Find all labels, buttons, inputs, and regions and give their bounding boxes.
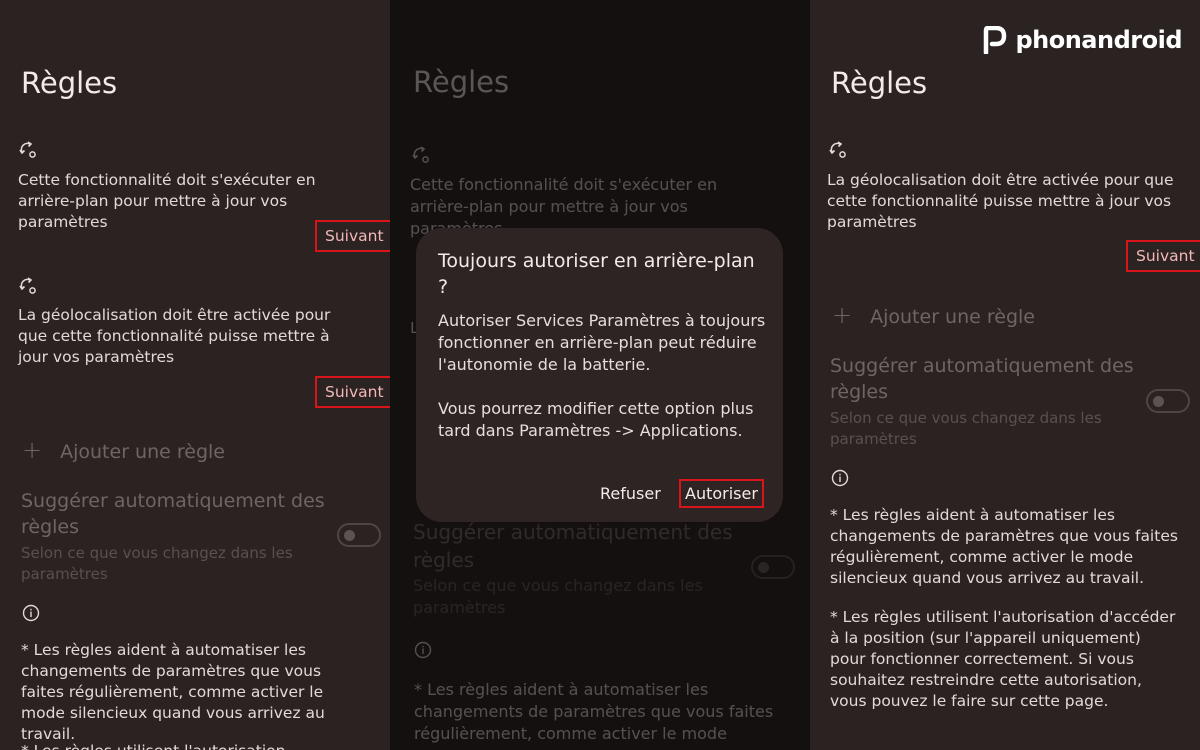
info-icon — [22, 604, 40, 622]
add-rule-button[interactable]: + Ajouter une règle — [22, 436, 225, 464]
screen-middle: Règles Cette fonctionnalité doit s'exécu… — [390, 0, 810, 750]
suggest-toggle[interactable] — [751, 555, 795, 579]
brand-name: phonandroid — [1015, 26, 1182, 54]
plus-icon: + — [22, 436, 43, 464]
next-button[interactable]: Suivant — [315, 376, 390, 408]
info-note: * Les règles aident à automatiser les ch… — [414, 680, 774, 743]
info-note: * Les règles aident à automatiser les ch… — [21, 641, 325, 743]
suggest-subtitle: Selon ce que vous changez dans les param… — [21, 544, 293, 583]
info-note: * Les règles utilisent l'autorisation d'… — [21, 741, 366, 750]
suggest-toggle[interactable] — [1146, 389, 1190, 413]
add-rule-label: Ajouter une règle — [60, 441, 225, 463]
rule-sync-icon — [19, 277, 36, 294]
add-rule-button[interactable]: + Ajouter une règle — [832, 301, 1035, 329]
background-permission-dialog: Toujours autoriser en arrière-plan ? Aut… — [416, 228, 783, 522]
brand-logo-icon — [984, 26, 1007, 54]
suggest-title: Suggérer automatiquement des règles — [413, 520, 733, 572]
info-note: * Les règles aident à automatiser les ch… — [830, 506, 1178, 587]
page-title: Règles — [21, 66, 118, 100]
info-note: * Les règles utilisent l'autorisation d'… — [830, 608, 1176, 710]
suggest-title: Suggérer automatiquement des règles — [21, 490, 325, 538]
screen-right: phonandroid Règles La géolocalisation do… — [810, 0, 1200, 750]
suggest-subtitle: Selon ce que vous changez dans les param… — [413, 576, 703, 617]
info-icon — [414, 641, 432, 659]
allow-button[interactable]: Autoriser — [679, 479, 764, 508]
rule-sync-icon — [412, 146, 429, 163]
rule-sync-icon — [19, 141, 36, 158]
rule-description: La géolocalisation doit être activée pou… — [827, 171, 1174, 231]
dialog-body: Autoriser Services Paramètres à toujours… — [438, 311, 766, 374]
suggest-subtitle: Selon ce que vous changez dans les param… — [830, 409, 1102, 448]
next-button[interactable]: Suivant — [1126, 240, 1200, 272]
suggest-toggle[interactable] — [337, 523, 381, 547]
toggle-knob — [1153, 396, 1164, 407]
rule-sync-icon — [829, 141, 846, 158]
dialog-body: Vous pourrez modifier cette option plus … — [438, 399, 754, 440]
suggest-title: Suggérer automatiquement des règles — [830, 355, 1134, 403]
rule-description: La géolocalisation doit être activée pou… — [18, 306, 331, 366]
screen-left: Règles Cette fonctionnalité doit s'exécu… — [0, 0, 390, 750]
next-button[interactable]: Suivant — [315, 220, 390, 252]
plus-icon: + — [832, 301, 853, 329]
rule-description: Cette fonctionnalité doit s'exécuter en … — [18, 171, 316, 231]
toggle-knob — [758, 562, 769, 573]
page-title: Règles — [413, 65, 510, 99]
refuse-button[interactable]: Refuser — [600, 484, 661, 503]
info-icon — [831, 469, 849, 487]
brand-logo: phonandroid — [983, 26, 1182, 54]
page-title: Règles — [831, 66, 928, 100]
add-rule-label: Ajouter une règle — [870, 306, 1035, 328]
toggle-knob — [344, 530, 355, 541]
dialog-title: Toujours autoriser en arrière-plan ? — [438, 250, 755, 298]
